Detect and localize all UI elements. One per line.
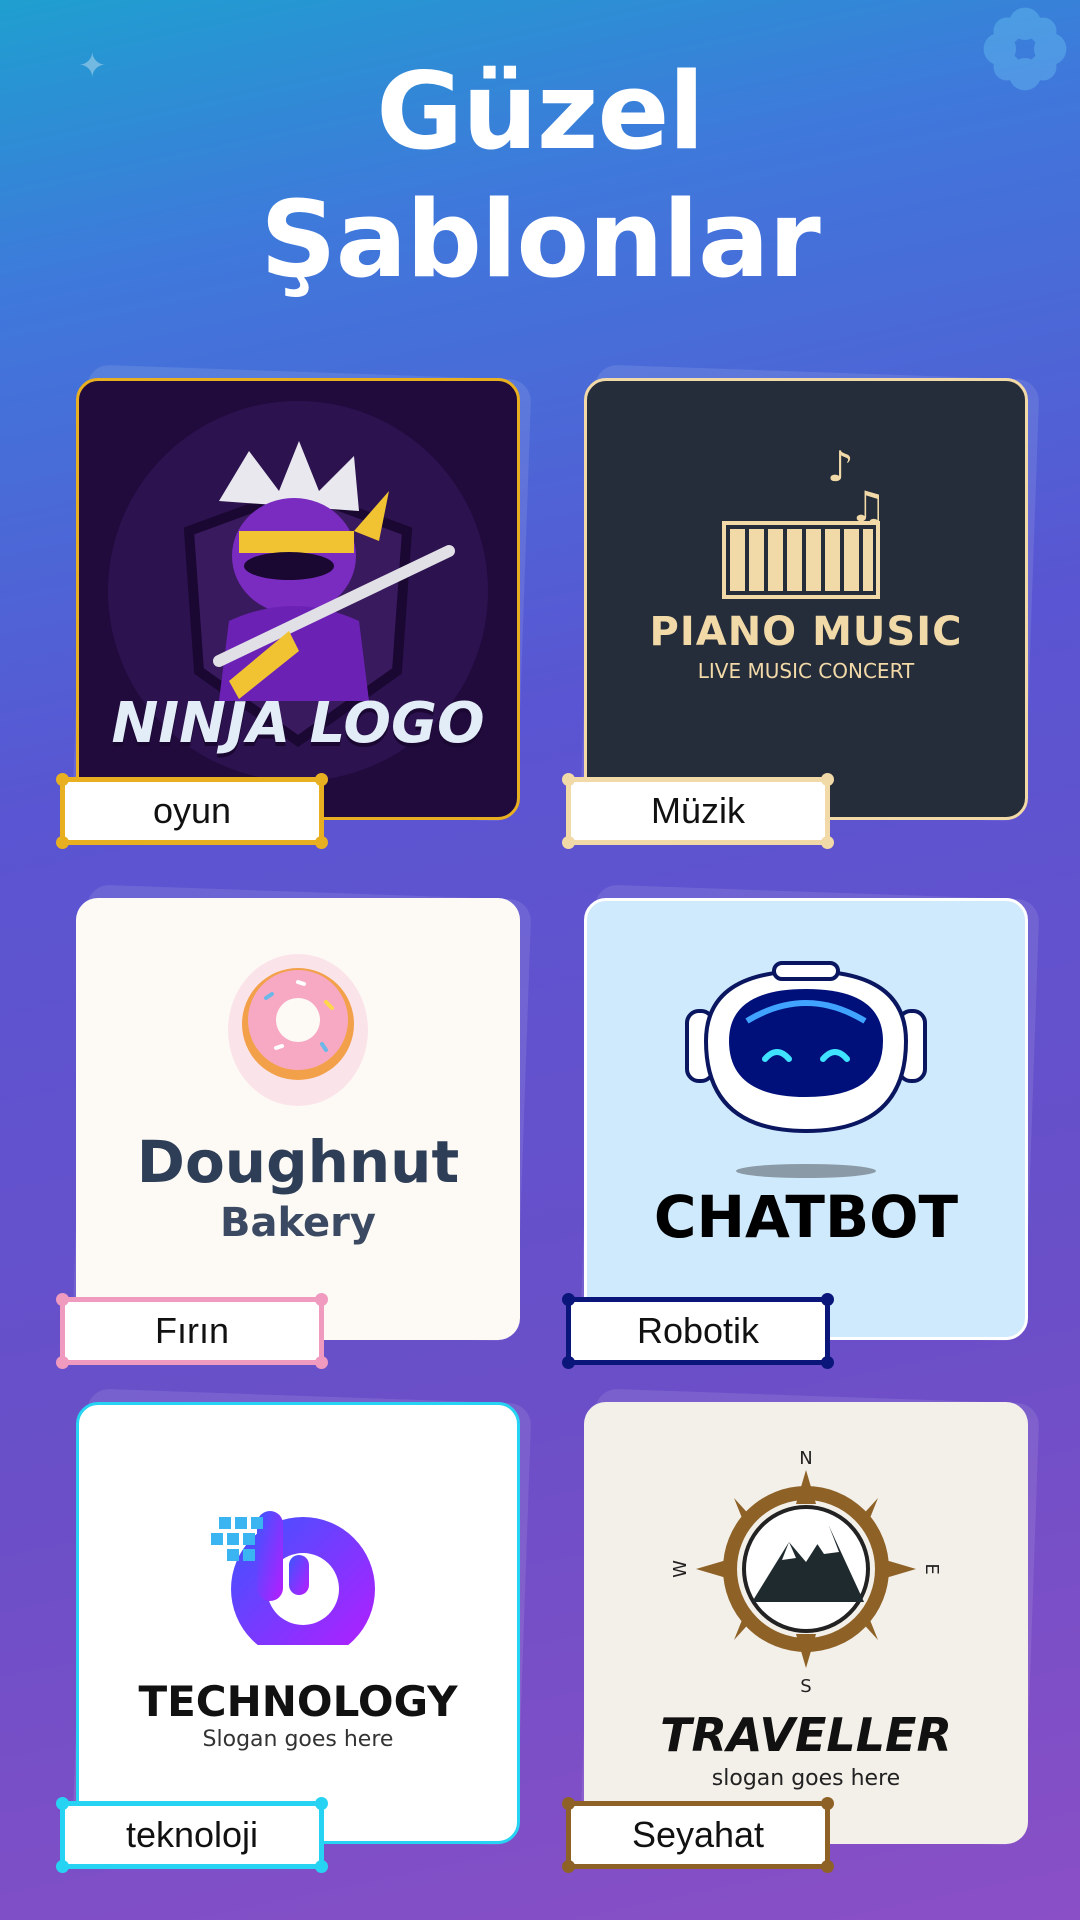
logo-subtitle: Bakery xyxy=(220,1200,376,1246)
category-label-text: Robotik xyxy=(636,1310,760,1351)
robot-icon xyxy=(685,961,927,1178)
template-card-robotics[interactable]: CHATBOT xyxy=(584,898,1028,1340)
template-card-gaming[interactable]: NINJA LOGO xyxy=(76,378,520,820)
category-label-text: teknoloji xyxy=(125,1814,259,1855)
category-label-travel[interactable]: Seyahat xyxy=(562,1797,834,1873)
template-card-music[interactable]: ♪ ♫ PIANO MUSIC LIVE MUSIC CONCERT xyxy=(584,378,1028,820)
logo-title: TRAVELLER xyxy=(660,1708,952,1762)
technology-icon xyxy=(211,1511,375,1645)
template-card-bakery[interactable]: Doughnut Bakery xyxy=(76,898,520,1340)
logo-subtitle: slogan goes here xyxy=(711,1766,901,1791)
page-title-line1: Güzel xyxy=(376,50,704,173)
logo-subtitle: Slogan goes here xyxy=(202,1727,394,1752)
compass-east: E xyxy=(921,1563,942,1574)
template-card-travel[interactable]: N S E W TRAVELLER slogan goes here xyxy=(584,1402,1028,1844)
category-label-technology[interactable]: teknoloji xyxy=(56,1797,328,1873)
template-card-technology[interactable]: TECHNOLOGY Slogan goes here xyxy=(76,1402,520,1844)
category-label-text: oyun xyxy=(152,790,232,831)
category-label-text: Fırın xyxy=(154,1310,229,1351)
doughnut-icon xyxy=(228,954,368,1106)
category-label-bakery[interactable]: Fırın xyxy=(56,1293,328,1369)
compass-west: W xyxy=(670,1560,691,1578)
logo-text: NINJA LOGO xyxy=(111,691,485,756)
page-title-line2: Şablonlar xyxy=(260,178,821,301)
compass-north: N xyxy=(799,1448,812,1469)
compass-mountain-icon: N S E W xyxy=(670,1448,942,1697)
logo-title: Doughnut xyxy=(136,1128,460,1196)
logo-title: TECHNOLOGY xyxy=(138,1677,458,1726)
logo-title: PIANO MUSIC xyxy=(649,609,963,655)
category-label-robotics[interactable]: Robotik xyxy=(562,1293,834,1369)
compass-south: S xyxy=(800,1676,811,1697)
logo-title: CHATBOT xyxy=(653,1183,959,1251)
category-label-gaming[interactable]: oyun xyxy=(56,773,328,849)
category-label-music[interactable]: Müzik xyxy=(562,773,834,849)
logo-subtitle: LIVE MUSIC CONCERT xyxy=(697,659,915,683)
category-label-text: Seyahat xyxy=(631,1814,765,1855)
category-label-text: Müzik xyxy=(650,790,745,831)
